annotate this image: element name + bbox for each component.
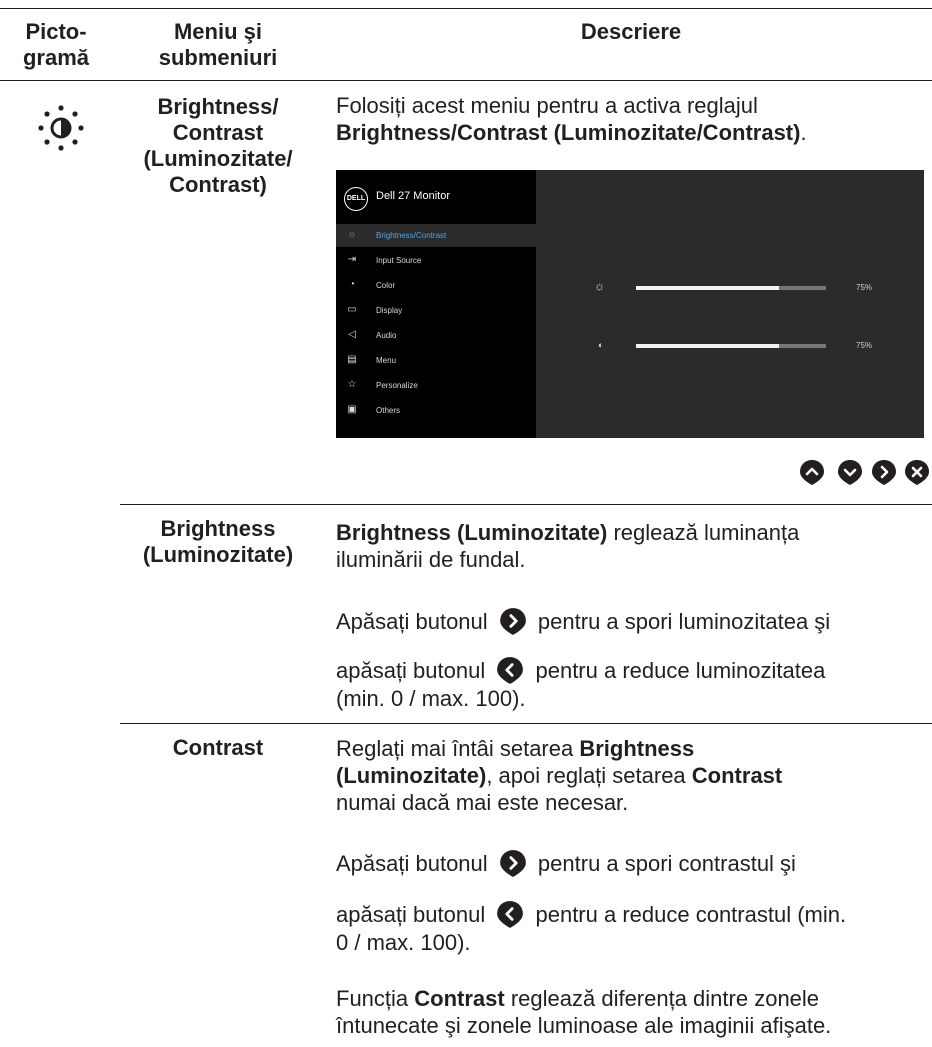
row2-p2: Apăsați butonul pentru a spori luminozit… bbox=[336, 606, 926, 636]
row2-p1-line2: iluminării de fundal. bbox=[336, 547, 526, 572]
star-icon: ☆ bbox=[347, 379, 357, 390]
brightness-slider-icon: ☼ bbox=[594, 279, 605, 293]
osd-item-label: Menu bbox=[376, 356, 397, 365]
row2-p1: Brightness (Luminozitate) reglează lumin… bbox=[336, 519, 926, 573]
brightness-value: 75% bbox=[856, 283, 873, 292]
audio-icon: ◁ bbox=[348, 329, 356, 340]
row3-p4-line2: întunecate şi zonele luminoase ale imagi… bbox=[336, 1013, 832, 1038]
submenu-brightness-contrast: Brightness/ Contrast (Luminozitate/ Cont… bbox=[143, 94, 293, 197]
row3-p3-c: 0 / max. 100). bbox=[336, 930, 471, 955]
osd-item-label: Audio bbox=[376, 331, 397, 340]
osd-item-brightness-contrast[interactable]: ☼ Brightness/Contrast bbox=[336, 224, 536, 247]
row2-p1-bold: Brightness (Luminozitate) bbox=[336, 520, 608, 545]
row3-l1-bold: Brightness bbox=[579, 736, 695, 761]
header-descriere: Descriere bbox=[580, 19, 682, 44]
brightness-slider-fill bbox=[636, 286, 779, 290]
row3-l1-text: Reglați mai întâi setarea bbox=[336, 736, 580, 761]
row1-description: Folosiți acest meniu pentru a activa reg… bbox=[336, 92, 926, 146]
right-icon[interactable] bbox=[870, 458, 898, 486]
osd-item-input-source[interactable]: ⇥ Input Source bbox=[336, 249, 536, 272]
row3-p2-a: Apăsați butonul bbox=[336, 851, 488, 876]
header-rule bbox=[0, 80, 932, 81]
row3-p4: Funcția Contrast reglează diferența dint… bbox=[336, 985, 926, 1039]
row3-p1: Reglați mai întâi setarea Brightness (Lu… bbox=[336, 735, 926, 816]
row3-p4-text1: Funcția bbox=[336, 986, 415, 1011]
osd-item-personalize[interactable]: ☆ Personalize bbox=[336, 374, 536, 397]
osd-item-label: Display bbox=[376, 306, 403, 315]
row2-rule bbox=[120, 504, 932, 505]
osd-item-label: Brightness/Contrast bbox=[376, 231, 447, 240]
osd-item-audio[interactable]: ◁ Audio bbox=[336, 324, 536, 347]
osd-screenshot: DELL Dell 27 Monitor ☼ Brightness/Contra… bbox=[336, 170, 924, 438]
color-icon: ◔ bbox=[348, 279, 356, 290]
row2-p3-c: (min. 0 / max. 100). bbox=[336, 686, 526, 711]
header-meniu: Meniu şi submeniuri bbox=[158, 19, 278, 70]
left-button-icon bbox=[497, 657, 524, 684]
row2-p1-text: reglează luminanța bbox=[607, 520, 800, 545]
header-pictograma: Picto- gramă bbox=[22, 19, 90, 70]
contrast-value: 75% bbox=[856, 341, 873, 350]
sun-icon: ☼ bbox=[347, 229, 357, 240]
input-source-icon: ⇥ bbox=[347, 254, 357, 265]
top-rule bbox=[0, 8, 932, 9]
brightness-contrast-icon bbox=[38, 105, 84, 151]
menu-icon: ▤ bbox=[347, 354, 357, 365]
row3-p3-b: pentru a reduce contrastul (min. bbox=[535, 902, 847, 927]
left-button-icon bbox=[497, 901, 524, 928]
row3-l3: numai dacă mai este necesar. bbox=[336, 790, 629, 815]
submenu-contrast: Contrast bbox=[172, 735, 264, 760]
osd-item-label: Color bbox=[376, 281, 396, 290]
row1-desc-bold: Brightness/Contrast (Luminozitate/Contra… bbox=[336, 120, 801, 145]
row1-desc-end: . bbox=[800, 120, 807, 145]
osd-item-others[interactable]: ▣ Others bbox=[336, 399, 536, 422]
osd-item-menu[interactable]: ▤ Menu bbox=[336, 349, 536, 372]
up-icon[interactable] bbox=[798, 458, 826, 486]
osd-header: DELL Dell 27 Monitor bbox=[336, 170, 536, 223]
brightness-slider[interactable] bbox=[636, 286, 826, 290]
osd-item-label: Personalize bbox=[376, 381, 418, 390]
osd-item-label: Input Source bbox=[376, 256, 422, 265]
row3-p2: Apăsați butonul pentru a spori contrastu… bbox=[336, 848, 926, 878]
contrast-slider[interactable] bbox=[636, 344, 826, 348]
submenu-brightness: Brightness (Luminozitate) bbox=[142, 516, 294, 567]
row3-l2-text: , apoi reglați setarea bbox=[486, 763, 692, 788]
close-icon[interactable] bbox=[903, 458, 931, 486]
row3-p3-a: apăsați butonul bbox=[336, 902, 486, 927]
osd-item-color[interactable]: ◔ Color bbox=[336, 274, 536, 297]
row3-rule bbox=[120, 723, 932, 724]
osd-item-label: Others bbox=[376, 406, 401, 415]
row1-desc-text: Folosiți acest meniu pentru a activa reg… bbox=[336, 93, 758, 118]
row3-l2-bold2: Contrast bbox=[691, 763, 783, 788]
row3-l2-bold: (Luminozitate) bbox=[336, 763, 487, 788]
down-icon[interactable] bbox=[836, 458, 864, 486]
others-icon: ▣ bbox=[347, 404, 357, 415]
dell-logo: DELL bbox=[344, 187, 368, 211]
row3-p2-b: pentru a spori contrastul şi bbox=[537, 851, 796, 876]
row3-p4-text2: reglează diferența dintre zonele bbox=[504, 986, 820, 1011]
contrast-slider-fill bbox=[636, 344, 779, 348]
row2-p3-a: apăsați butonul bbox=[336, 658, 486, 683]
row2-p3-b: pentru a reduce luminozitatea bbox=[535, 658, 826, 683]
osd-title: Dell 27 Monitor bbox=[376, 190, 450, 202]
row2-p2-a: Apăsați butonul bbox=[336, 609, 488, 634]
row3-p4-bold: Contrast bbox=[414, 986, 505, 1011]
contrast-slider-icon: ◐ bbox=[598, 340, 604, 350]
display-icon: ▭ bbox=[347, 304, 357, 315]
row2-p2-b: pentru a spori luminozitatea şi bbox=[537, 609, 831, 634]
right-button-icon bbox=[499, 608, 526, 635]
row3-p3: apăsați butonul pentru a reduce contrast… bbox=[336, 899, 926, 956]
osd-item-display[interactable]: ▭ Display bbox=[336, 299, 536, 322]
row2-p3: apăsați butonul pentru a reduce luminozi… bbox=[336, 655, 926, 712]
right-button-icon bbox=[499, 850, 526, 877]
